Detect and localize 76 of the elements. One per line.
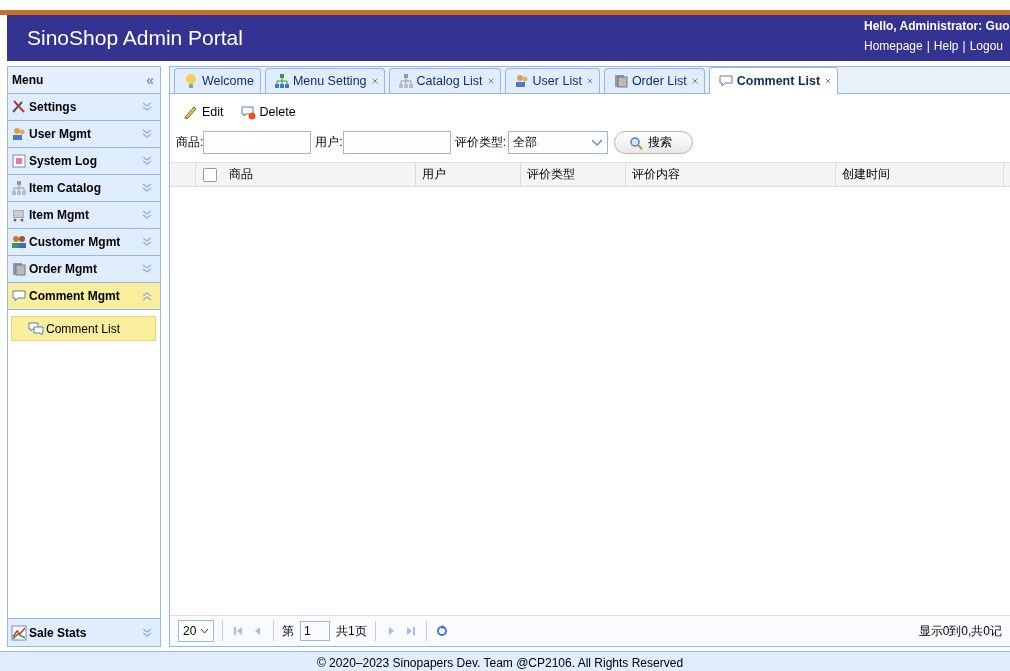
column-header[interactable]: 评价内容 [632,166,680,183]
expand-icon[interactable] [142,102,152,112]
sidebar-item[interactable]: User Mgmt [8,121,160,148]
sidebar-item[interactable]: Order Mgmt [8,256,160,283]
users-icon [11,126,27,142]
record-summary: 显示0到0,共0记 [918,622,1002,640]
header-link[interactable]: Homepage [864,39,923,53]
field-label: 评价类型: [454,134,507,151]
tab[interactable]: Menu Setting [264,68,385,93]
sidebar-item[interactable]: Item Catalog [8,175,160,202]
link-separator: | [962,39,966,53]
people-icon [11,234,27,250]
hierarchy-icon [11,180,27,196]
toolbar-button[interactable]: Edit [180,102,226,122]
greeting-text: Hello, Administrator: Guo [864,19,1010,33]
column-header[interactable]: 商品 [229,166,253,183]
refresh-icon[interactable] [434,624,449,638]
sidebar-item[interactable]: Comment Mgmt [8,283,160,310]
page-total: 共1页 [336,622,367,640]
tab[interactable]: Welcome [174,68,261,93]
select-all-checkbox[interactable] [202,167,217,182]
expand-icon[interactable] [142,210,152,220]
close-icon[interactable] [823,77,832,85]
expand-icon[interactable] [142,183,152,193]
chart-icon [11,624,27,641]
hierarchy-icon [397,73,414,89]
comments-icon [28,320,44,337]
page-label: 第 [282,622,294,640]
input-field[interactable] [342,131,451,154]
comment-icon [11,288,27,304]
search-button[interactable]: 搜索 [614,131,694,154]
collapse-icon[interactable] [142,291,152,301]
database-icon [11,261,27,277]
users-icon [513,73,530,89]
header-link[interactable]: Logou [969,39,1004,53]
expand-icon[interactable] [142,627,152,638]
sidebar-item[interactable]: Sale Stats [8,619,160,646]
sidebar-item[interactable]: Customer Mgmt [8,229,160,256]
expand-icon[interactable] [142,237,152,247]
search-icon [629,135,644,150]
comment-icon [717,73,734,89]
input-field[interactable] [203,131,312,154]
pencil-icon [182,104,198,120]
delete-icon [239,104,256,120]
field-label: 用户: [315,134,343,151]
sidebar-subitem[interactable]: Comment List [11,316,156,341]
tab[interactable]: Order List [603,68,705,93]
lightbulb-icon [183,73,199,89]
expand-icon[interactable] [142,156,152,166]
sidebar-item[interactable]: System Log [8,148,160,175]
hierarchy-icon [273,73,290,89]
column-header[interactable]: 创建时间 [842,166,890,183]
tab[interactable]: Catalog List [388,68,501,93]
column-header[interactable]: 用户 [422,166,446,183]
tab[interactable]: Comment List [708,67,839,94]
sidebar-title: Menu [12,73,44,87]
log-icon [11,153,27,169]
expand-icon[interactable] [142,264,152,274]
first-page-icon[interactable] [231,624,245,638]
database-icon [612,73,629,89]
tools-icon [11,99,27,115]
page-size-dropdown[interactable]: 20 [178,620,214,642]
header-link[interactable]: Help [933,39,959,53]
cart-icon [11,207,27,223]
page-number-field[interactable]: 1 [300,621,330,641]
field-label: 商品: [176,134,204,151]
expand-icon[interactable] [142,129,152,139]
toolbar-button[interactable]: Delete [237,102,298,122]
column-header[interactable]: 评价类型 [527,166,575,183]
sidebar-item[interactable]: Settings [8,94,160,121]
link-separator: | [926,39,930,53]
sidebar-item[interactable]: Item Mgmt [8,202,160,229]
tab[interactable]: User List [504,68,600,93]
copyright-text: © 2020–2023 Sinopapers Dev. Team @CP2106. All Rights Reserved [316,656,684,670]
type-dropdown[interactable]: 全部 [508,131,609,154]
app-title: SinoShop Admin Portal [27,26,243,50]
